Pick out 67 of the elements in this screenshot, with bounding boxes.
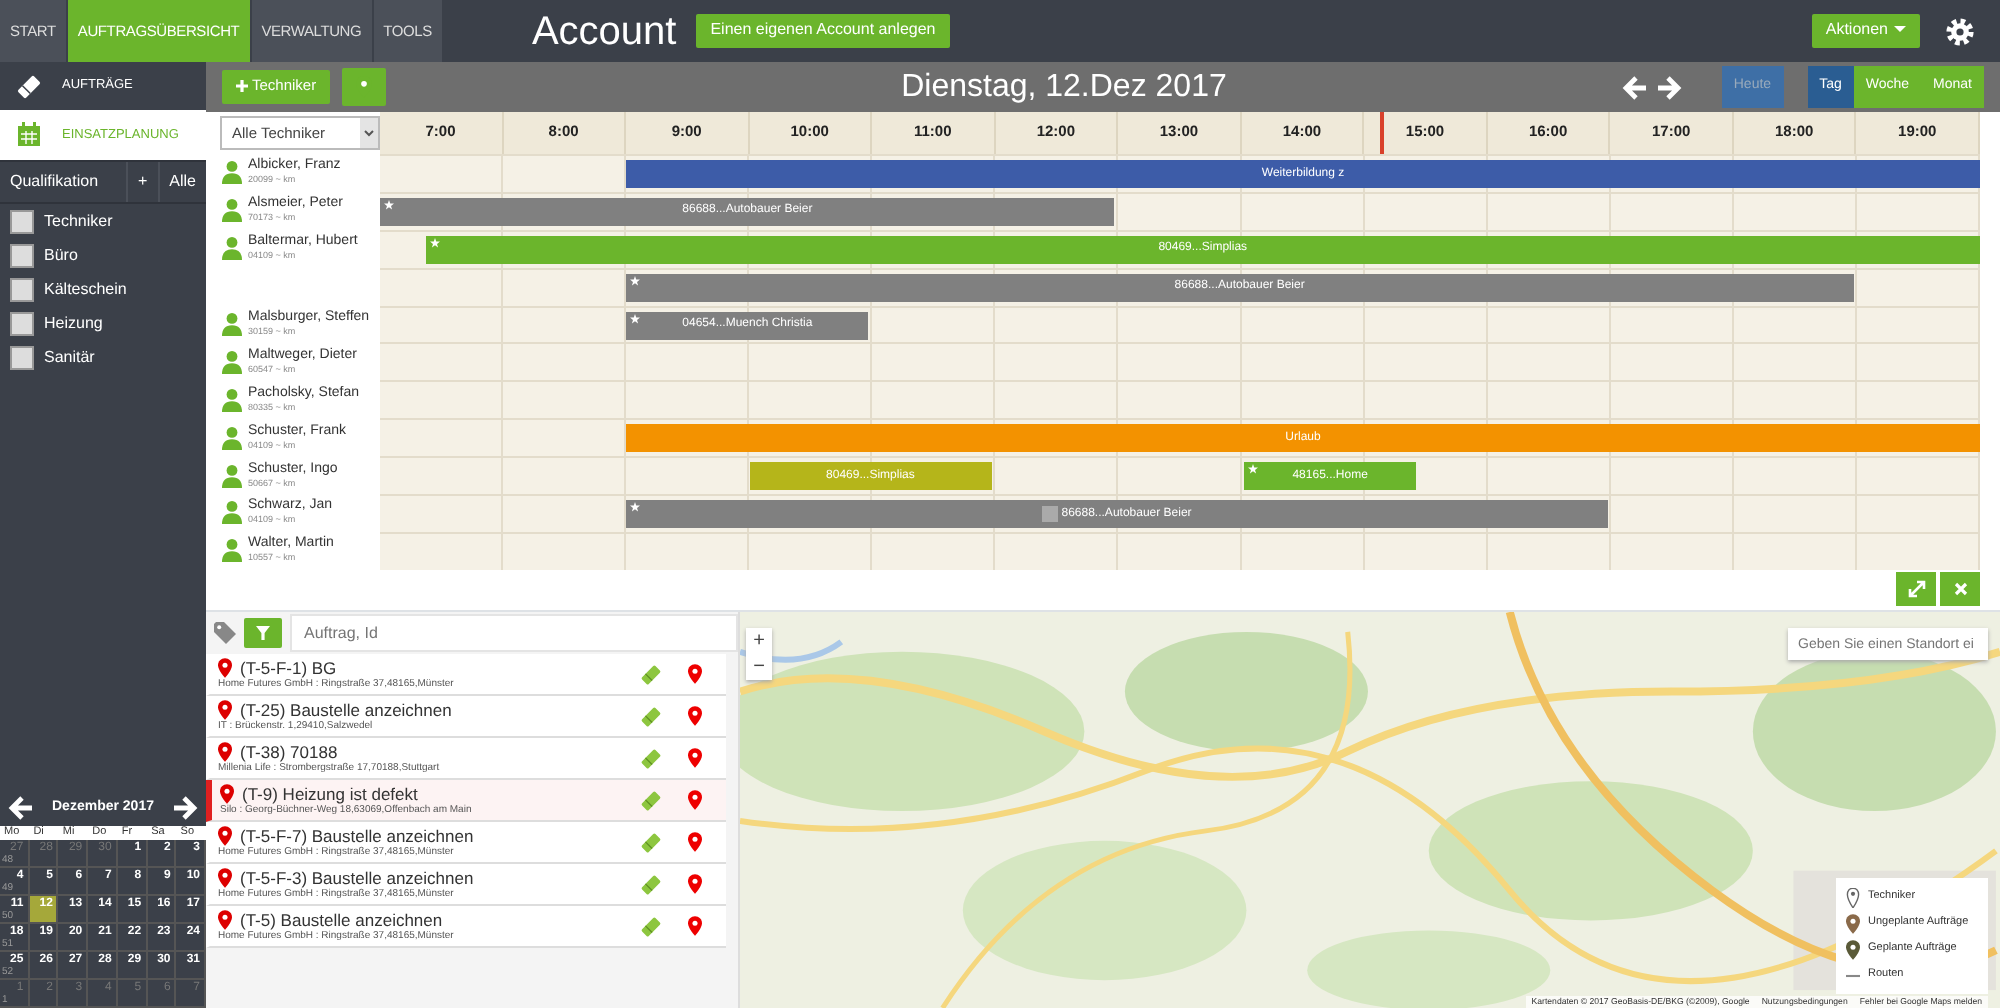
caret-icon xyxy=(1894,26,1906,33)
all-button[interactable]: Alle xyxy=(159,162,206,202)
star-icon xyxy=(429,237,440,248)
plus-icon xyxy=(236,80,248,93)
order-title: (T-5) Baustelle anzeichnen xyxy=(240,910,443,930)
previous-arrow-icon[interactable] xyxy=(8,796,32,820)
person-icon xyxy=(222,500,242,525)
note-icon xyxy=(1041,506,1058,523)
ticket-icon[interactable] xyxy=(640,873,662,895)
zoom-in-button[interactable]: + xyxy=(746,628,772,654)
tag-icon xyxy=(214,622,236,644)
checkbox-label: Sanitär xyxy=(44,345,95,369)
ticket-icon[interactable] xyxy=(640,705,662,727)
next-arrow-icon[interactable] xyxy=(1657,75,1682,99)
person-icon xyxy=(222,160,242,185)
person-icon xyxy=(222,425,242,450)
zoom-out-button[interactable]: − xyxy=(746,654,772,680)
expand-icon xyxy=(1907,580,1925,598)
ticket-icon[interactable] xyxy=(640,831,662,853)
filter-button[interactable] xyxy=(244,618,282,648)
filter-button[interactable]: Qualifikation xyxy=(0,162,126,202)
checkbox-label: Techniker xyxy=(44,209,113,233)
order-title: (T-38) 70188 xyxy=(240,742,338,762)
add-button[interactable]: + xyxy=(127,162,158,202)
current-time-line xyxy=(1380,112,1385,154)
chevron-icon xyxy=(360,118,378,148)
settings-icon[interactable] xyxy=(1944,15,1976,47)
checkbox[interactable] xyxy=(10,311,34,335)
checkbox[interactable] xyxy=(10,345,34,369)
star-icon xyxy=(384,199,394,210)
person-icon xyxy=(222,538,242,563)
next-arrow-icon[interactable] xyxy=(173,796,198,820)
close-button[interactable] xyxy=(1940,572,1980,606)
search-field[interactable]: Auftrag, Id xyxy=(290,614,738,652)
checkbox-label: Kälteschein xyxy=(44,277,127,301)
close-icon xyxy=(1953,582,1967,596)
calendar-icon xyxy=(16,122,42,148)
order-title: (T-25) Baustelle anzeichnen xyxy=(240,700,452,720)
person-icon xyxy=(222,312,242,336)
checkbox[interactable] xyxy=(10,243,34,267)
ticket-icon[interactable] xyxy=(640,789,662,811)
star-icon xyxy=(630,275,641,286)
star-icon xyxy=(1248,464,1258,475)
checkbox[interactable] xyxy=(10,209,34,233)
star-icon xyxy=(630,502,641,513)
order-title: (T-5-F-3) Baustelle anzeichnen xyxy=(240,868,474,888)
checkbox[interactable] xyxy=(10,277,34,301)
person-icon xyxy=(222,349,242,374)
ticket-icon[interactable] xyxy=(640,747,662,769)
star-icon xyxy=(630,313,641,324)
ticket-icon[interactable] xyxy=(640,663,662,685)
ticket-icon[interactable] xyxy=(640,915,662,937)
expand-button[interactable] xyxy=(1896,572,1936,606)
order-title: (T-5-F-1) BG xyxy=(240,658,337,678)
checkbox-label: Büro xyxy=(44,243,78,267)
page-title: Account xyxy=(531,7,677,57)
order-title: (T-9) Heizung ist defekt xyxy=(242,784,418,804)
person-icon xyxy=(222,198,242,223)
filter-icon xyxy=(256,626,270,640)
person-icon xyxy=(222,236,242,261)
technician-pin-icon xyxy=(1846,887,1860,907)
date-title: Dienstag, 12.Dez 2017 xyxy=(899,67,1229,107)
previous-arrow-icon[interactable] xyxy=(1621,75,1646,99)
person-icon xyxy=(222,463,242,488)
order-title: (T-5-F-7) Baustelle anzeichnen xyxy=(240,826,474,846)
checkbox-label: Heizung xyxy=(44,311,103,335)
person-icon xyxy=(222,387,242,412)
